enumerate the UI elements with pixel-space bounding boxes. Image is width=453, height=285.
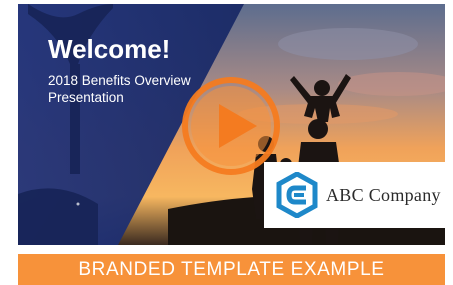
play-icon [182, 77, 280, 175]
video-thumbnail[interactable]: Welcome! 2018 Benefits Overview Presenta… [18, 4, 445, 245]
play-button[interactable] [181, 76, 281, 176]
banner-text: BRANDED TEMPLATE EXAMPLE [78, 258, 385, 280]
branded-template-banner: BRANDED TEMPLATE EXAMPLE [18, 254, 445, 285]
hexagon-e-logo-icon [276, 172, 318, 218]
company-name: ABC Company [326, 184, 441, 205]
slide-subtitle: 2018 Benefits Overview Presentation [48, 72, 191, 106]
slide-title: Welcome! [48, 34, 171, 64]
company-logo-card: ABC Company [264, 162, 445, 228]
subtitle-line-1: 2018 Benefits Overview [48, 73, 191, 88]
subtitle-line-2: Presentation [48, 90, 124, 105]
